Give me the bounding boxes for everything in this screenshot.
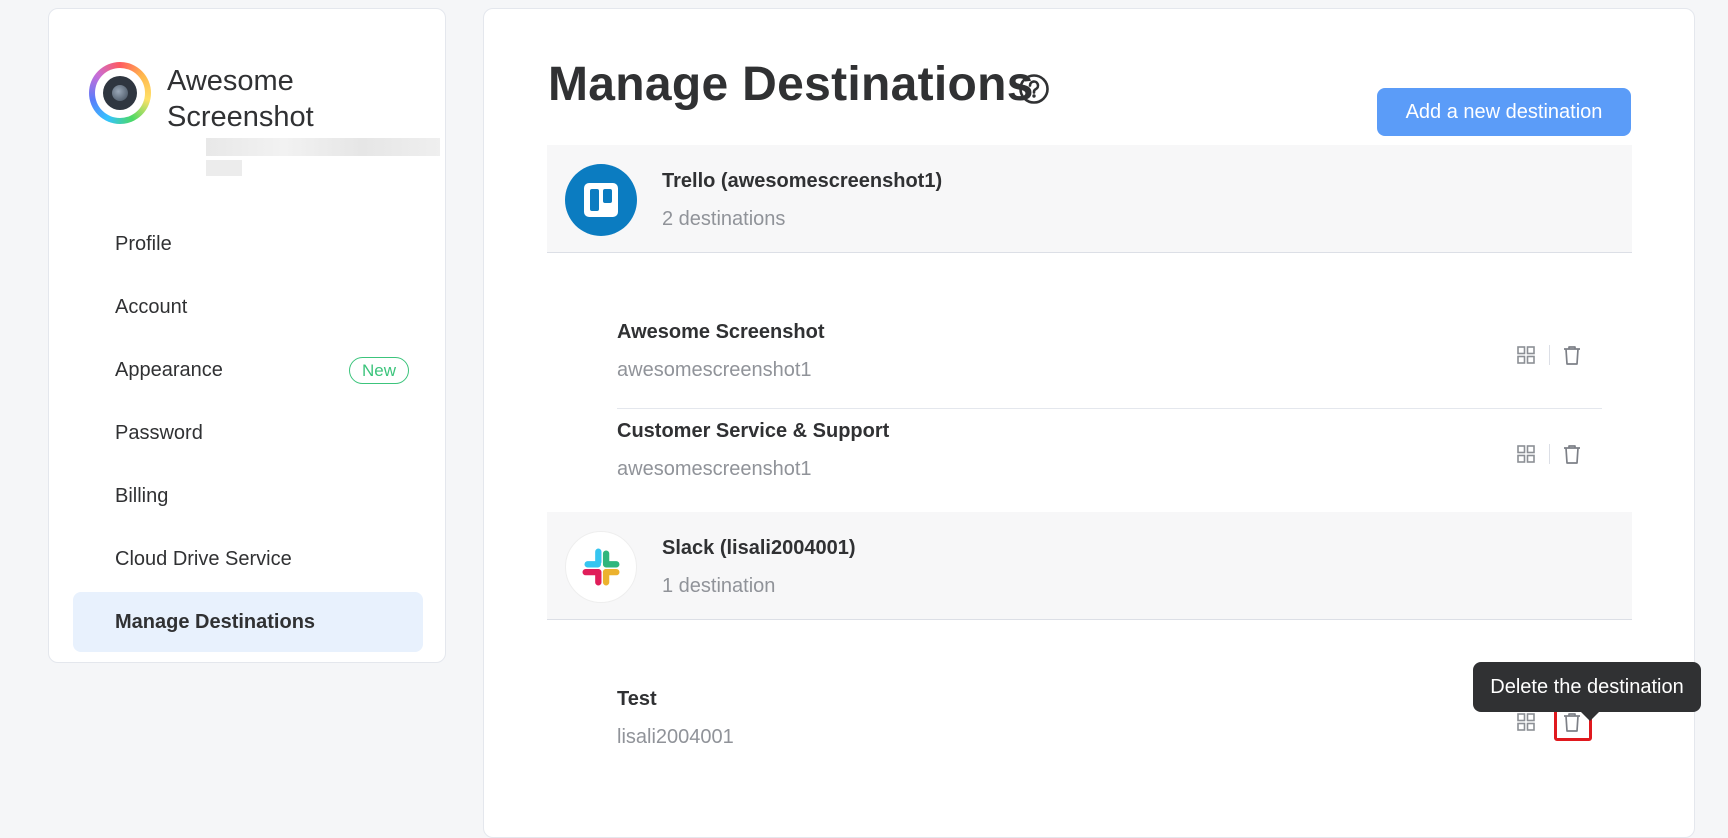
sidebar-item-account[interactable]: Account <box>73 277 423 337</box>
grid-icon[interactable] <box>1516 444 1536 464</box>
sidebar-item-label: Cloud Drive Service <box>115 547 292 570</box>
row-actions <box>1512 337 1592 373</box>
page-title: Manage Destinations <box>548 58 1034 111</box>
sidebar-item-password[interactable]: Password <box>73 403 423 463</box>
sidebar-nav: Profile Account Appearance New Password … <box>73 214 423 655</box>
sidebar-item-label: Manage Destinations <box>115 610 316 633</box>
app-logo-icon <box>89 62 151 124</box>
group-count: 1 destination <box>662 575 776 597</box>
destination-account: awesomescreenshot1 <box>617 458 812 480</box>
destination-name: Test <box>617 688 657 710</box>
destination-name: Awesome Screenshot <box>617 321 825 343</box>
brand: Awesome Screenshot <box>89 54 440 184</box>
divider <box>1549 345 1550 365</box>
trello-icon <box>565 164 637 236</box>
list-item: Customer Service & Support awesomescreen… <box>617 400 1602 508</box>
list-item: Test lisali2004001 <box>617 668 1602 776</box>
group-title: Slack (lisali2004001) <box>662 537 856 559</box>
destination-account: awesomescreenshot1 <box>617 359 812 381</box>
sidebar-item-label: Account <box>115 295 188 318</box>
sidebar-item-billing[interactable]: Billing <box>73 466 423 526</box>
row-actions <box>1512 436 1592 472</box>
sidebar-item-cloud-drive[interactable]: Cloud Drive Service <box>73 529 423 589</box>
trello-group-header: Trello (awesomescreenshot1) 2 destinatio… <box>547 145 1632 253</box>
sidebar-item-profile[interactable]: Profile <box>73 214 423 274</box>
sidebar-item-label: Appearance <box>115 358 223 381</box>
add-destination-button[interactable]: Add a new destination <box>1377 88 1631 136</box>
grid-icon[interactable] <box>1516 712 1536 732</box>
list-item: Awesome Screenshot awesomescreenshot1 <box>617 301 1602 409</box>
sidebar-item-label: Password <box>115 421 203 444</box>
sidebar-item-manage-destinations[interactable]: Manage Destinations <box>73 592 423 652</box>
destination-name: Customer Service & Support <box>617 420 890 442</box>
sidebar-item-label: Billing <box>115 484 169 507</box>
divider <box>1549 444 1550 464</box>
group-count: 2 destinations <box>662 208 786 230</box>
settings-sidebar: Awesome Screenshot Profile Account Appea… <box>48 8 446 663</box>
sidebar-item-appearance[interactable]: Appearance New <box>73 340 423 400</box>
slack-icon <box>565 531 637 603</box>
group-title: Trello (awesomescreenshot1) <box>662 170 943 192</box>
grid-icon[interactable] <box>1516 345 1536 365</box>
redacted-email <box>206 138 440 156</box>
sidebar-item-label: Profile <box>115 232 172 255</box>
brand-name: Awesome Screenshot <box>167 65 314 133</box>
trash-icon[interactable] <box>1561 443 1583 465</box>
redacted-text <box>206 160 242 176</box>
destination-account: lisali2004001 <box>617 726 734 748</box>
main-panel: Manage Destinations Add a new destinatio… <box>483 8 1695 838</box>
help-icon[interactable] <box>1018 73 1050 105</box>
trash-icon[interactable] <box>1561 344 1583 366</box>
new-badge: New <box>348 357 409 384</box>
delete-tooltip: Delete the destination <box>1473 662 1701 721</box>
slack-group-header: Slack (lisali2004001) 1 destination <box>547 512 1632 620</box>
